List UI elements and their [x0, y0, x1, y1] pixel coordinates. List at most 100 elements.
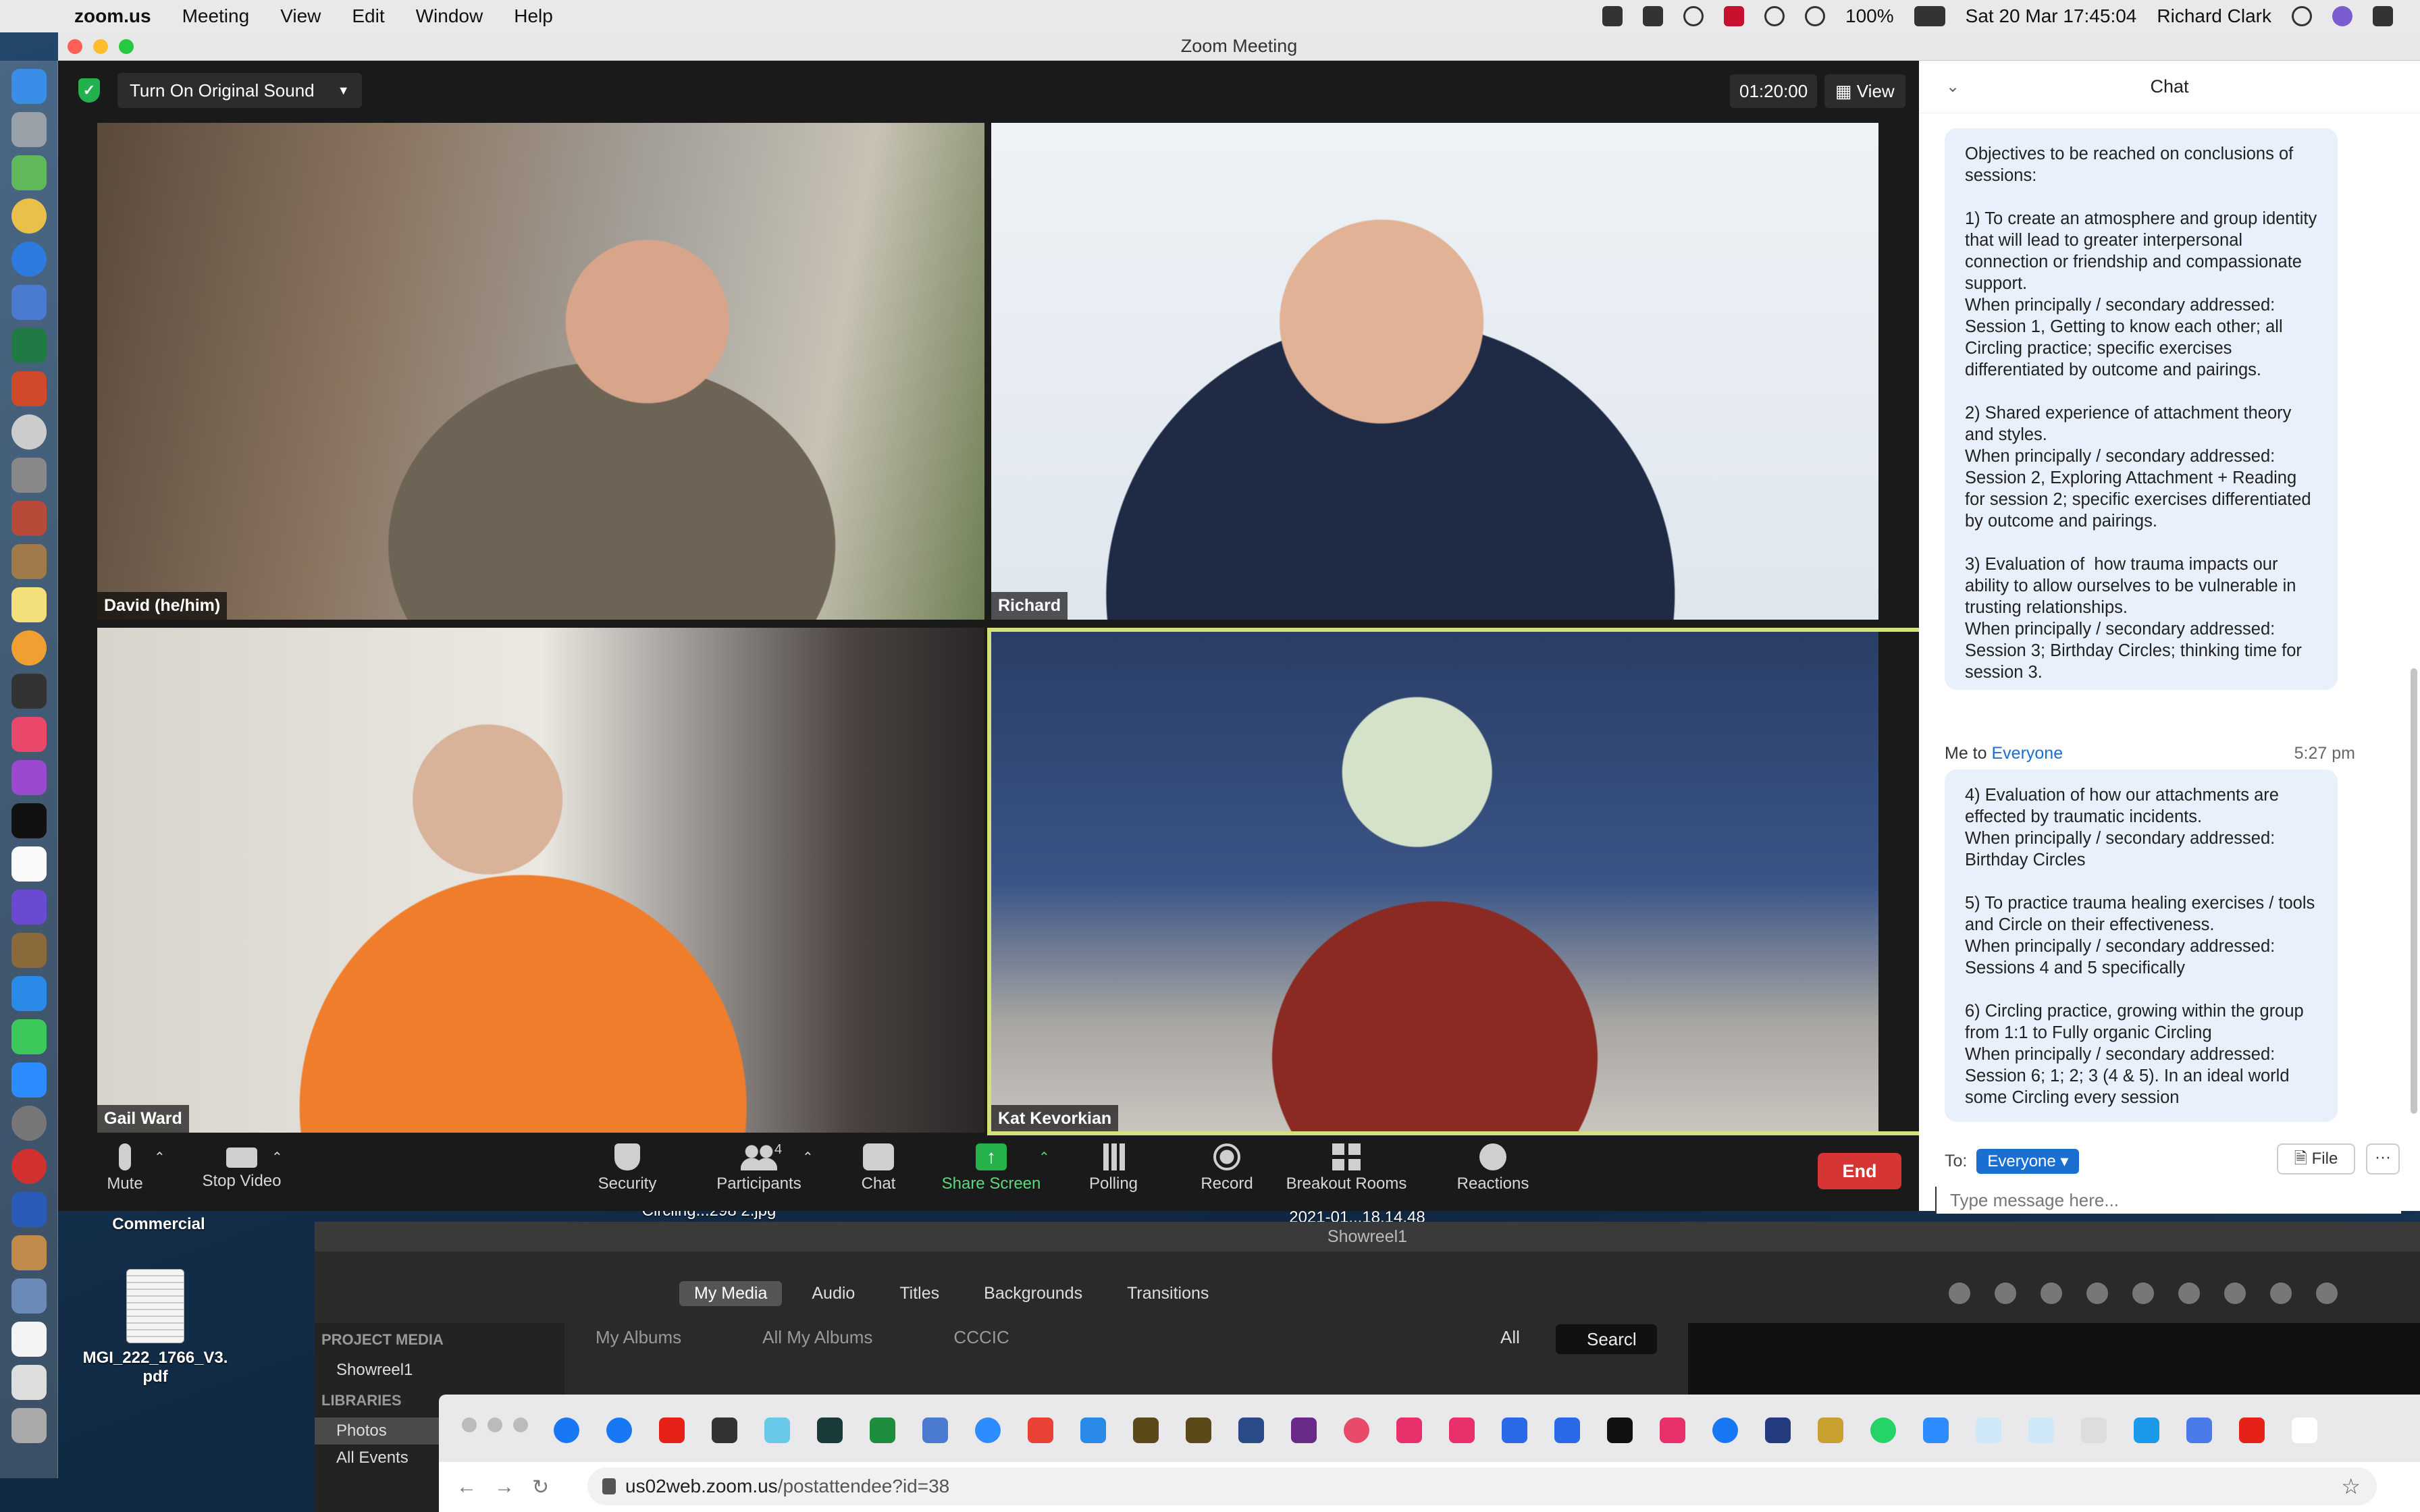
launchpad-icon[interactable]: [11, 112, 47, 147]
maps-icon[interactable]: [11, 155, 47, 190]
wordpress-icon[interactable]: [1080, 1418, 1106, 1443]
document-icon[interactable]: [11, 1365, 47, 1400]
tab-transitions[interactable]: Transitions: [1112, 1281, 1224, 1306]
siri-icon[interactable]: [2332, 6, 2352, 26]
calendar-icon[interactable]: [11, 846, 47, 882]
dictionary-icon[interactable]: [11, 501, 47, 536]
settings-icon[interactable]: [2186, 1418, 2212, 1443]
photos-icon[interactable]: [11, 630, 47, 666]
blocked-app-icon[interactable]: [11, 1149, 47, 1184]
breakout-rooms-button[interactable]: Breakout Rooms: [1280, 1143, 1413, 1193]
participants-button[interactable]: 4 Participants: [704, 1142, 814, 1193]
tab-my-media[interactable]: My Media: [679, 1281, 783, 1306]
tab-audio[interactable]: Audio: [797, 1281, 870, 1306]
trash-icon[interactable]: [11, 1408, 47, 1443]
forward-icon[interactable]: →: [494, 1476, 515, 1498]
view-button[interactable]: ▦ View: [1824, 74, 1905, 108]
gmail-icon[interactable]: [1028, 1418, 1053, 1443]
paypal-icon[interactable]: [1765, 1418, 1791, 1443]
stabilization-icon[interactable]: [2086, 1282, 2108, 1304]
bookmark-star-icon[interactable]: ☆: [2341, 1467, 2361, 1505]
minimize-button[interactable]: [93, 38, 108, 54]
wifi-icon[interactable]: [1805, 6, 1826, 26]
menu-meeting[interactable]: Meeting: [182, 5, 250, 27]
app3-icon[interactable]: [11, 1278, 47, 1314]
word-icon[interactable]: [11, 1192, 47, 1227]
time-machine-icon[interactable]: [1683, 6, 1704, 26]
finder-icon[interactable]: [11, 69, 47, 104]
crop-icon[interactable]: [2041, 1282, 2062, 1304]
security-button[interactable]: Security: [577, 1143, 678, 1193]
reactions-button[interactable]: Reactions: [1442, 1143, 1544, 1193]
music-icon[interactable]: [11, 717, 47, 752]
youtube-icon[interactable]: [2239, 1418, 2265, 1443]
desktop-item-commercial[interactable]: Commercial: [95, 1215, 223, 1234]
volume-icon[interactable]: [2132, 1282, 2154, 1304]
album-my-albums[interactable]: My Albums: [596, 1327, 681, 1348]
original-sound-button[interactable]: Turn On Original Sound ▼: [117, 73, 362, 108]
close-button[interactable]: [68, 38, 82, 54]
powerpoint-icon[interactable]: [11, 371, 47, 406]
bookmark-pink2-icon[interactable]: [1449, 1418, 1475, 1443]
chevron-up-icon[interactable]: ⌃: [271, 1149, 283, 1166]
facebook-icon[interactable]: [554, 1418, 579, 1443]
app-store-icon[interactable]: [11, 976, 47, 1011]
share-screen-button[interactable]: ↑ Share Screen: [936, 1143, 1047, 1193]
menu-window[interactable]: Window: [416, 5, 483, 27]
bookmark-w-icon[interactable]: [1133, 1418, 1159, 1443]
recipient-select[interactable]: Everyone ▾: [1976, 1149, 2080, 1174]
speed-icon[interactable]: [2224, 1282, 2246, 1304]
battery-icon[interactable]: [1914, 6, 1945, 26]
contacts-icon[interactable]: [11, 544, 47, 579]
info-icon[interactable]: [2316, 1282, 2338, 1304]
notes-icon[interactable]: [11, 587, 47, 622]
bookmark-icon[interactable]: [2081, 1418, 2107, 1443]
bookmark-pink-icon[interactable]: [1396, 1418, 1422, 1443]
bookmark-blue2-icon[interactable]: [1554, 1418, 1580, 1443]
apple-tv-icon[interactable]: [11, 803, 47, 838]
imovie-search-input[interactable]: Searcl: [1556, 1324, 1657, 1354]
bookmark-globe-icon[interactable]: [1238, 1418, 1264, 1443]
bookmark-icon[interactable]: [1344, 1418, 1369, 1443]
chevron-up-icon[interactable]: ⌃: [154, 1149, 165, 1166]
facebook-icon[interactable]: [1712, 1418, 1738, 1443]
podcasts-icon[interactable]: [11, 760, 47, 795]
menubar-user[interactable]: Richard Clark: [2157, 5, 2271, 27]
bluetooth-icon[interactable]: [1764, 6, 1785, 26]
chevron-up-icon[interactable]: ⌃: [1038, 1149, 1050, 1166]
encryption-shield-icon[interactable]: ✓: [78, 78, 100, 103]
star-icon[interactable]: [764, 1418, 790, 1443]
chevron-down-icon[interactable]: ⌄: [1946, 77, 1959, 97]
zoom-button[interactable]: [513, 1418, 528, 1432]
bookmark-icon[interactable]: [817, 1418, 843, 1443]
calendar-small-icon[interactable]: [11, 1322, 47, 1357]
app-icon[interactable]: [11, 414, 47, 450]
gmail-icon[interactable]: [1602, 6, 1623, 26]
zoom-icon[interactable]: [975, 1418, 1001, 1443]
reload-icon[interactable]: ↻: [532, 1476, 549, 1499]
chevron-up-icon[interactable]: ⌃: [802, 1149, 814, 1166]
automator-icon[interactable]: [11, 1235, 47, 1270]
imovie-icon[interactable]: [11, 890, 47, 925]
sidebar-item-showreel[interactable]: Showreel1: [315, 1357, 564, 1384]
screenshot-icon[interactable]: [11, 458, 47, 493]
album-all-my-albums[interactable]: All My Albums: [762, 1327, 872, 1348]
close-button[interactable]: [462, 1418, 477, 1432]
system-preferences-icon[interactable]: [11, 1106, 47, 1141]
bookmark-dark-icon[interactable]: [1607, 1418, 1633, 1443]
bookmark-icon[interactable]: [1818, 1418, 1843, 1443]
video-tile-david[interactable]: David (he/him): [97, 123, 984, 620]
vimeo-icon[interactable]: [2134, 1418, 2159, 1443]
desktop-item-pdf[interactable]: MGI_222_1766_V3. pdf: [74, 1269, 236, 1386]
tab-backgrounds[interactable]: Backgrounds: [969, 1281, 1097, 1306]
zoom-icon[interactable]: [11, 1062, 47, 1098]
menu-edit[interactable]: Edit: [352, 5, 384, 27]
preview-icon[interactable]: [11, 285, 47, 320]
polling-button[interactable]: Polling: [1063, 1143, 1164, 1193]
bookmark-icon[interactable]: [1976, 1418, 2001, 1443]
chat-message-input[interactable]: [1935, 1187, 2401, 1214]
color-balance-icon[interactable]: [1949, 1282, 1970, 1304]
zoom-icon[interactable]: [1923, 1418, 1949, 1443]
record-button[interactable]: Record: [1176, 1143, 1278, 1193]
bookmark-blue-icon[interactable]: [1502, 1418, 1527, 1443]
